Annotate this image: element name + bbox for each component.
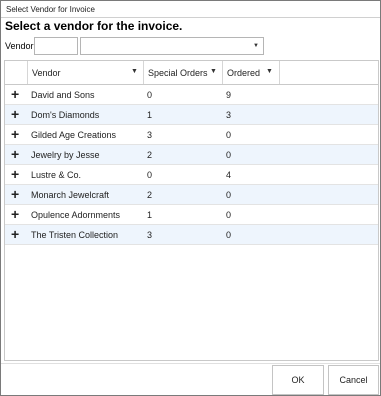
vendor-grid: Vendor ▼ Special Orders ▼ Ordered ▼ + Da…: [4, 60, 379, 361]
ordered-cell: 0: [226, 150, 232, 160]
filter-icon[interactable]: ▼: [266, 68, 273, 75]
ordered-cell: 0: [226, 210, 232, 220]
special-orders-cell: 3: [147, 230, 153, 240]
vendor-cell: David and Sons: [31, 90, 95, 100]
plus-icon[interactable]: +: [11, 107, 19, 121]
table-row[interactable]: + David and Sons 0 9: [5, 85, 378, 105]
chevron-down-icon[interactable]: ▼: [253, 43, 259, 49]
ordered-cell: 0: [226, 130, 232, 140]
plus-icon[interactable]: +: [11, 207, 19, 221]
table-row[interactable]: + Gilded Age Creations 3 0: [5, 125, 378, 145]
cancel-button[interactable]: Cancel: [328, 365, 379, 395]
window-title: Select Vendor for Invoice: [6, 5, 95, 14]
column-header-vendor[interactable]: Vendor ▼: [28, 61, 144, 84]
ordered-cell: 3: [226, 110, 232, 120]
expand-column-header: [5, 61, 28, 84]
special-orders-cell: 2: [147, 150, 153, 160]
vendor-select[interactable]: ▼: [80, 37, 264, 55]
special-orders-cell: 3: [147, 130, 153, 140]
vendor-cell: Jewelry by Jesse: [31, 150, 100, 160]
title-bar: Select Vendor for Invoice: [1, 1, 380, 18]
plus-icon[interactable]: +: [11, 87, 19, 101]
table-row[interactable]: + Jewelry by Jesse 2 0: [5, 145, 378, 165]
special-orders-cell: 0: [147, 170, 153, 180]
vendor-cell: Lustre & Co.: [31, 170, 82, 180]
table-row[interactable]: + Dom's Diamonds 1 3: [5, 105, 378, 125]
ok-button[interactable]: OK: [272, 365, 324, 395]
ordered-cell: 0: [226, 190, 232, 200]
vendor-cell: Monarch Jewelcraft: [31, 190, 110, 200]
vendor-cell: Gilded Age Creations: [31, 130, 117, 140]
column-header-label: Special Orders: [148, 68, 208, 78]
page-title: Select a vendor for the invoice.: [5, 19, 183, 33]
table-row[interactable]: + The Tristen Collection 3 0: [5, 225, 378, 245]
special-orders-cell: 1: [147, 110, 153, 120]
grid-header: Vendor ▼ Special Orders ▼ Ordered ▼: [5, 61, 378, 85]
column-header-special-orders[interactable]: Special Orders ▼: [144, 61, 223, 84]
plus-icon[interactable]: +: [11, 147, 19, 161]
vendor-cell: Dom's Diamonds: [31, 110, 100, 120]
vendor-code-input[interactable]: [34, 37, 78, 55]
plus-icon[interactable]: +: [11, 187, 19, 201]
column-header-ordered[interactable]: Ordered ▼: [223, 61, 280, 84]
special-orders-cell: 2: [147, 190, 153, 200]
ordered-cell: 0: [226, 230, 232, 240]
filter-icon[interactable]: ▼: [210, 68, 217, 75]
vendor-cell: The Tristen Collection: [31, 230, 119, 240]
ordered-cell: 4: [226, 170, 232, 180]
table-row[interactable]: + Lustre & Co. 0 4: [5, 165, 378, 185]
dialog-window: Select Vendor for Invoice Select a vendo…: [0, 0, 381, 396]
column-header-label: Ordered: [227, 68, 261, 78]
footer-divider: [1, 363, 380, 364]
table-row[interactable]: + Opulence Adornments 1 0: [5, 205, 378, 225]
vendor-cell: Opulence Adornments: [31, 210, 121, 220]
table-row[interactable]: + Monarch Jewelcraft 2 0: [5, 185, 378, 205]
special-orders-cell: 0: [147, 90, 153, 100]
ordered-cell: 9: [226, 90, 232, 100]
vendor-filter-label: Vendor: [5, 41, 34, 51]
filter-icon[interactable]: ▼: [131, 68, 138, 75]
plus-icon[interactable]: +: [11, 127, 19, 141]
plus-icon[interactable]: +: [11, 167, 19, 181]
column-header-label: Vendor: [32, 68, 61, 78]
special-orders-cell: 1: [147, 210, 153, 220]
plus-icon[interactable]: +: [11, 227, 19, 241]
